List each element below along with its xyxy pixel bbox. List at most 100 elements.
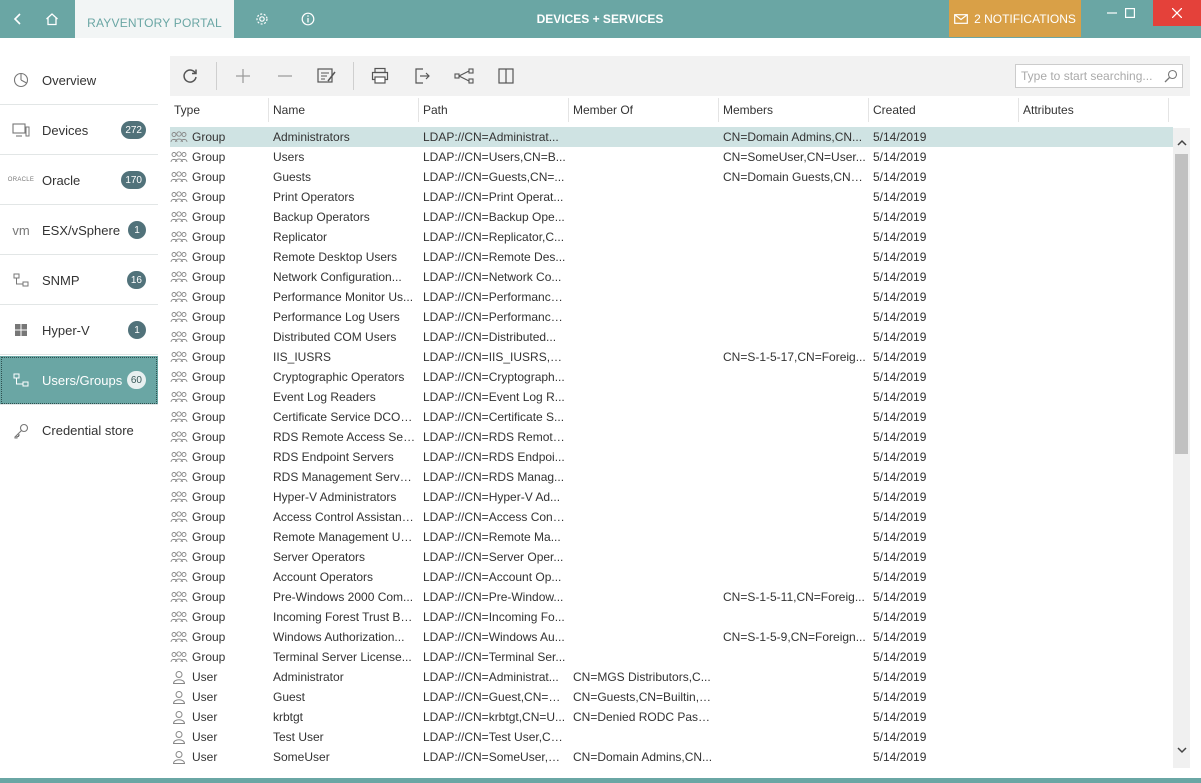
scroll-up-icon[interactable] <box>1173 134 1190 151</box>
column-header-created[interactable]: Created <box>869 98 1019 122</box>
group-icon <box>170 270 188 284</box>
cell-name: Print Operators <box>273 190 355 204</box>
close-icon[interactable] <box>1153 0 1201 26</box>
cell-type: Group <box>170 267 265 287</box>
sidebar-item-overview[interactable]: Overview <box>0 56 158 105</box>
table-row[interactable]: Group Replicator LDAP://CN=Replicator,C...… <box>170 227 1173 247</box>
table-row[interactable]: Group RDS Remote Access Serv... LDAP://CN=… <box>170 427 1173 447</box>
table-row[interactable]: Group Server Operators LDAP://CN=Server Op… <box>170 547 1173 567</box>
cell-members <box>723 487 866 507</box>
search-icon[interactable] <box>1164 69 1178 86</box>
table-row[interactable]: Group RDS Management Servers LDAP://CN=RDS… <box>170 467 1173 487</box>
sidebar-item-devices[interactable]: Devices 272 <box>0 106 158 155</box>
cell-type-label: Group <box>192 190 226 204</box>
gear-icon[interactable] <box>248 0 276 38</box>
search-input[interactable] <box>1016 65 1156 87</box>
table-row[interactable]: Group Event Log Readers LDAP://CN=Event Lo… <box>170 387 1173 407</box>
cell-member-of <box>573 567 716 587</box>
print-icon[interactable] <box>360 56 400 96</box>
cell-name: Replicator <box>273 230 328 244</box>
table-row[interactable]: Group Administrators LDAP://CN=Administrat… <box>170 127 1173 147</box>
sidebar-item-oracle[interactable]: ORACLE Oracle 170 <box>0 156 158 205</box>
table-row[interactable]: Group Distributed COM Users LDAP://CN=Dist… <box>170 327 1173 347</box>
table-row[interactable]: Group Windows Authorization... LDAP://CN=W… <box>170 627 1173 647</box>
table-row[interactable]: User SomeUser LDAP://CN=SomeUser,C... CN=Do… <box>170 747 1173 767</box>
add-icon[interactable] <box>223 56 263 96</box>
sidebar-item-esx-vsphere[interactable]: vm ESX/vSphere 1 <box>0 206 158 255</box>
sidebar-item-credential-store[interactable]: Credential store <box>0 406 158 455</box>
share-icon[interactable] <box>444 56 484 96</box>
cell-member-of <box>573 427 716 447</box>
table-row[interactable]: User krbtgt LDAP://CN=krbtgt,CN=U... CN=Den… <box>170 707 1173 727</box>
table-row[interactable]: Group Account Operators LDAP://CN=Account … <box>170 567 1173 587</box>
cell-type: Group <box>170 247 265 267</box>
info-icon[interactable] <box>294 0 322 38</box>
column-header-attributes[interactable]: Attributes <box>1019 98 1169 122</box>
table-row[interactable]: Group Backup Operators LDAP://CN=Backup Op… <box>170 207 1173 227</box>
column-header-name[interactable]: Name <box>269 98 419 122</box>
table-row[interactable]: User Administrator LDAP://CN=Administrat..… <box>170 667 1173 687</box>
column-header-path[interactable]: Path <box>419 98 569 122</box>
cell-member-of <box>573 467 716 487</box>
table-row[interactable]: User Guest LDAP://CN=Guest,CN=U... CN=Guest… <box>170 687 1173 707</box>
refresh-icon[interactable] <box>170 56 210 96</box>
table-row[interactable]: Group Terminal Server License... LDAP://CN… <box>170 647 1173 667</box>
table-row[interactable]: Group Guests LDAP://CN=Guests,CN=... CN=Dom… <box>170 167 1173 187</box>
cell-type-label: Group <box>192 490 226 504</box>
cell-type: Group <box>170 567 265 587</box>
table-row[interactable]: Group Print Operators LDAP://CN=Print Oper… <box>170 187 1173 207</box>
sidebar-item-label: Users/Groups <box>42 372 123 388</box>
cell-members <box>723 687 866 707</box>
cell-created: 5/14/2019 <box>873 370 927 384</box>
cell-created: 5/14/2019 <box>873 170 927 184</box>
table-row[interactable]: Group RDS Endpoint Servers LDAP://CN=RDS E… <box>170 447 1173 467</box>
home-icon[interactable] <box>38 0 66 38</box>
table-row[interactable]: Group Performance Monitor Us... LDAP://CN=… <box>170 287 1173 307</box>
scroll-down-icon[interactable] <box>1173 742 1190 759</box>
table-row[interactable]: Group Performance Log Users LDAP://CN=Perf… <box>170 307 1173 327</box>
count-badge: 272 <box>121 121 146 139</box>
table-row[interactable]: Group Remote Desktop Users LDAP://CN=Remot… <box>170 247 1173 267</box>
vertical-scrollbar[interactable] <box>1173 128 1190 768</box>
search-box[interactable] <box>1015 64 1183 88</box>
table-row[interactable]: Group Network Configuration... LDAP://CN=N… <box>170 267 1173 287</box>
table-row[interactable]: Group IIS_IUSRS LDAP://CN=IIS_IUSRS,CN... C… <box>170 347 1173 367</box>
table-row[interactable]: Group Users LDAP://CN=Users,CN=B... CN=Some… <box>170 147 1173 167</box>
column-header-type[interactable]: Type <box>170 98 269 122</box>
group-icon <box>170 130 188 144</box>
table-row[interactable]: Group Remote Management Us... LDAP://CN=Re… <box>170 527 1173 547</box>
table-row[interactable]: Group Certificate Service DCOM... LDAP://C… <box>170 407 1173 427</box>
table-row[interactable]: Group Pre-Windows 2000 Com... LDAP://CN=Pr… <box>170 587 1173 607</box>
sidebar-item-snmp[interactable]: SNMP 16 <box>0 256 158 305</box>
cell-members: CN=S-1-5-17,CN=Foreig... <box>723 350 866 364</box>
cell-path: LDAP://CN=Guests,CN=... <box>423 170 565 184</box>
cell-members <box>723 607 866 627</box>
cell-type: Group <box>170 407 265 427</box>
sidebar-item-label: Devices <box>42 122 89 138</box>
export-icon[interactable] <box>402 56 442 96</box>
back-icon[interactable] <box>4 0 32 38</box>
remove-icon[interactable] <box>265 56 305 96</box>
columns-icon[interactable] <box>486 56 526 96</box>
cell-path: LDAP://CN=IIS_IUSRS,CN... <box>423 350 566 364</box>
column-header-members[interactable]: Members <box>719 98 869 122</box>
sidebar-item-users-groups[interactable]: Users/Groups 60 <box>0 356 158 405</box>
column-header-member-of[interactable]: Member Of <box>569 98 719 122</box>
table-row[interactable]: Group Cryptographic Operators LDAP://CN=Cr… <box>170 367 1173 387</box>
cell-type: Group <box>170 527 265 547</box>
sidebar-item-hyper-v[interactable]: Hyper-V 1 <box>0 306 158 355</box>
notifications-button[interactable]: 2 NOTIFICATIONS <box>949 0 1081 37</box>
maximize-icon[interactable] <box>1110 0 1150 26</box>
table-row[interactable]: Group Access Control Assistanc... LDAP://C… <box>170 507 1173 527</box>
cell-members <box>723 507 866 527</box>
cell-type-label: Group <box>192 650 226 664</box>
table-row[interactable]: User Test User LDAP://CN=Test User,CN... 5/… <box>170 727 1173 747</box>
table-row[interactable]: Group Hyper-V Administrators LDAP://CN=Hyp… <box>170 487 1173 507</box>
table-row[interactable]: Group Incoming Forest Trust Bu... LDAP://C… <box>170 607 1173 627</box>
sidebar-item-label: SNMP <box>42 272 80 288</box>
cell-name: Network Configuration... <box>273 270 402 284</box>
toolbar-separator <box>216 62 217 90</box>
cell-name: Event Log Readers <box>273 390 376 404</box>
edit-icon[interactable] <box>307 56 347 96</box>
scrollbar-thumb[interactable] <box>1175 154 1188 454</box>
